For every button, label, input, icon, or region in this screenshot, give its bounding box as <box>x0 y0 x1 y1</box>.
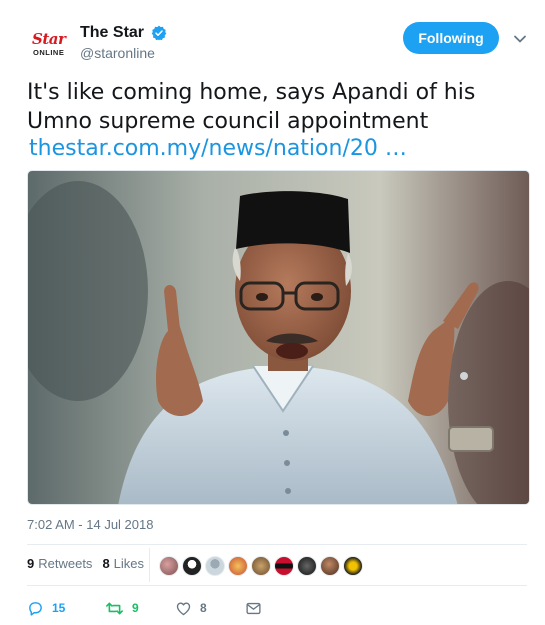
direct-message-action[interactable] <box>245 598 285 618</box>
stats-separator <box>149 548 150 582</box>
liker-avatars <box>159 556 366 576</box>
tweet-timestamp[interactable]: 7:02 AM - 14 Jul 2018 <box>27 517 153 532</box>
retweet-count: 9 <box>132 601 139 615</box>
avatar-logo-subtext: ONLINE <box>33 48 65 57</box>
chevron-down-icon[interactable] <box>513 32 527 46</box>
liker-avatar[interactable] <box>205 556 225 576</box>
tweet-header: Star ONLINE The Star @staronline Followi… <box>27 20 527 66</box>
likes-stat[interactable]: 8 Likes <box>102 556 144 571</box>
avatar-logo-text: Star <box>32 30 66 48</box>
likes-count: 8 <box>102 556 110 571</box>
liker-avatar[interactable] <box>297 556 317 576</box>
reply-action[interactable]: 15 <box>27 598 105 618</box>
retweets-count: 9 <box>27 556 35 571</box>
tweet-text-line-2: Umno supreme council appointment <box>27 109 429 134</box>
envelope-icon <box>246 602 261 614</box>
tweet-photo[interactable] <box>27 170 530 505</box>
liker-avatar[interactable] <box>182 556 202 576</box>
tweet-text-line-1: It's like coming home, says Apandi of hi… <box>27 80 476 105</box>
following-button[interactable]: Following <box>403 22 499 54</box>
like-action[interactable]: 8 <box>175 598 245 618</box>
liker-avatar[interactable] <box>251 556 271 576</box>
tweet-link[interactable]: thestar.com.my/news/nation/20 … <box>29 136 407 161</box>
liker-avatar[interactable] <box>274 556 294 576</box>
tweet-text: It's like coming home, says Apandi of hi… <box>27 78 517 136</box>
account-names[interactable]: The Star @staronline <box>80 24 167 61</box>
reply-count: 15 <box>52 601 66 615</box>
handle[interactable]: @staronline <box>80 45 167 61</box>
retweet-icon <box>106 602 123 614</box>
tweet-actions: 15 9 8 <box>27 598 285 618</box>
like-count: 8 <box>200 601 207 615</box>
engagement-stats: 9 Retweets 8 Likes <box>27 556 154 571</box>
retweets-label: Retweets <box>38 556 93 571</box>
heart-icon <box>176 602 191 615</box>
retweet-action[interactable]: 9 <box>105 598 175 618</box>
likes-label: Likes <box>113 556 145 571</box>
man-in-songkok-photo-icon <box>28 171 529 504</box>
verified-badge-icon <box>152 25 167 41</box>
liker-avatar[interactable] <box>228 556 248 576</box>
retweets-stat[interactable]: 9 Retweets <box>27 556 92 571</box>
display-name[interactable]: The Star <box>80 24 144 42</box>
liker-avatar[interactable] <box>320 556 340 576</box>
reply-icon <box>29 601 42 616</box>
liker-avatar[interactable] <box>343 556 363 576</box>
avatar[interactable]: Star ONLINE <box>27 22 71 66</box>
divider <box>27 585 527 586</box>
liker-avatar[interactable] <box>159 556 179 576</box>
divider <box>27 544 527 545</box>
